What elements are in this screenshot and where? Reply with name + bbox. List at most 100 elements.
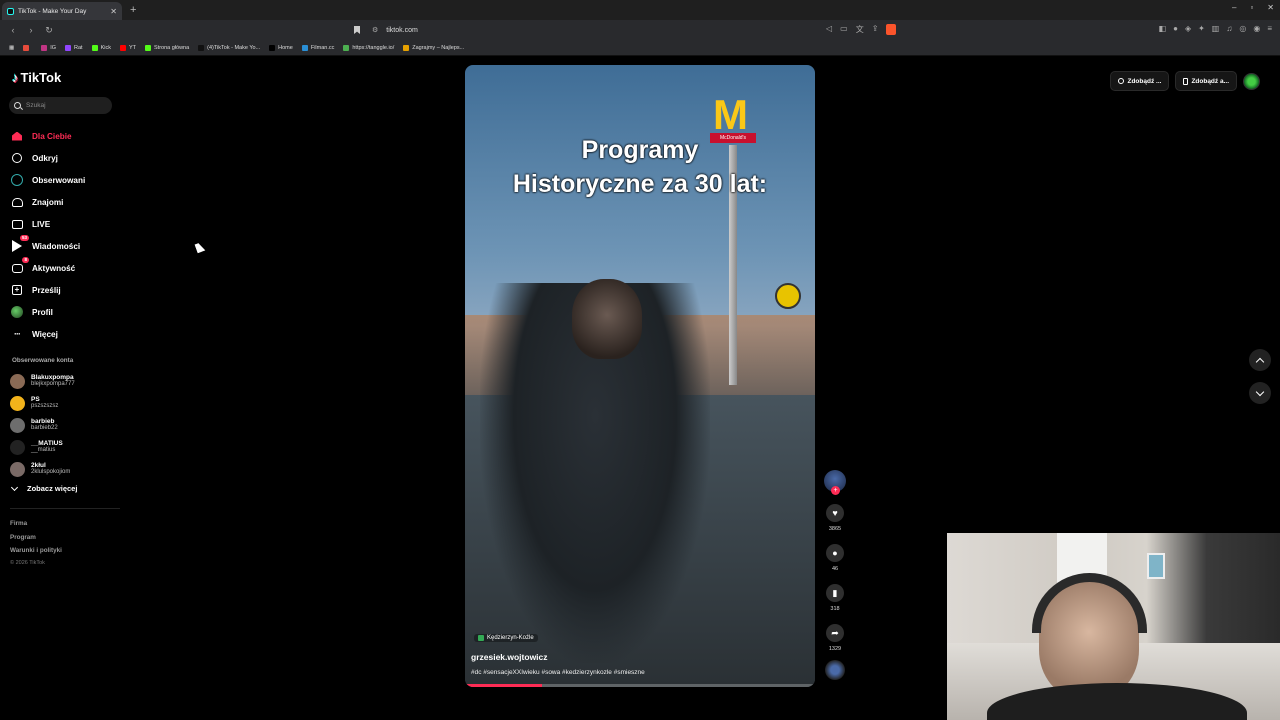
site-settings-icon[interactable]: ⚙ (372, 26, 378, 34)
account-username: __matius (31, 447, 56, 453)
reload-button[interactable]: ↻ (44, 25, 54, 36)
sidebar-icon-wrap (10, 305, 24, 319)
apps-icon[interactable]: ▦ (9, 45, 14, 51)
see-more-button[interactable]: Zobacz więcej (10, 483, 78, 493)
bookmark-item[interactable]: Strona główna (145, 44, 190, 51)
footer-link-terms[interactable]: Warunki i polityki (10, 544, 62, 558)
bookmark-label: Zagrajmy – Najleps... (412, 44, 465, 51)
minimize-button[interactable]: – (1232, 3, 1236, 12)
followed-account-item[interactable]: Blakuxpompa blejkxpompa777 (10, 370, 75, 392)
extensions-icon[interactable]: ✦ (1198, 24, 1205, 33)
bookmark-item[interactable]: Filman.cc (301, 44, 335, 51)
author-avatar[interactable]: + (824, 470, 846, 495)
mcdonalds-logo-icon: M (713, 91, 748, 138)
account-username: blejkxpompa777 (31, 381, 75, 387)
bookmark-label: Strona główna (154, 44, 190, 51)
tiktok-logo[interactable]: ♪ TikTok (12, 70, 61, 85)
save-count: 318 (830, 606, 840, 612)
bookmark-label: Kick (100, 44, 111, 51)
forward-button[interactable]: › (26, 25, 36, 35)
video-progress-bar[interactable] (465, 684, 815, 687)
tiktok-favicon-icon (7, 7, 14, 15)
account-text: Blakuxpompa blejkxpompa777 (31, 374, 75, 388)
browser-tab[interactable]: TikTok - Make Your Day ✕ (2, 2, 122, 20)
next-video-button[interactable] (1249, 382, 1271, 404)
extension-icon[interactable]: ◧ (1159, 24, 1167, 33)
sidebar-icon-wrap: 53 (10, 235, 29, 253)
mute-icon[interactable]: ◁ (826, 24, 832, 35)
sidebar-item-activity[interactable]: 8 Aktywność (10, 257, 120, 279)
sidebar-item-home[interactable]: Dla Ciebie (10, 125, 120, 147)
footer-link-program[interactable]: Program (10, 531, 62, 545)
sidebar-item-profile[interactable]: Profil (10, 301, 120, 323)
bookmark-icon[interactable] (354, 26, 360, 34)
close-window-button[interactable]: ✕ (1267, 3, 1274, 12)
share-button[interactable]: ➦ (826, 624, 844, 642)
bookmark-item[interactable]: IG (41, 44, 56, 51)
close-tab-icon[interactable]: ✕ (110, 7, 117, 16)
save-button[interactable]: ▮ (826, 584, 844, 602)
video-player[interactable]: M McDonald's Programy Historyczne za 30 … (465, 65, 815, 687)
see-more-label: Zobacz więcej (27, 484, 78, 493)
follow-plus-icon[interactable]: + (831, 486, 840, 495)
followed-account-item[interactable]: 2kłul 2klulspokojiom (10, 458, 75, 480)
cast-icon[interactable]: ▭ (840, 24, 848, 35)
sidebar-item-label: Prześlij (32, 285, 61, 295)
sidebar-item-messages[interactable]: 53 Wiadomości (10, 235, 120, 257)
followed-account-item[interactable]: barbieb barbieb22 (10, 414, 75, 436)
location-tag[interactable]: Kędzierzyn-Koźle (474, 634, 538, 642)
video-hashtags[interactable]: #dc #sensacjeXXIwieku #sowa #kedzierzynk… (471, 669, 645, 676)
sidebar-icon-wrap (10, 173, 24, 187)
vpn-icon[interactable]: ◎ (1239, 24, 1246, 33)
bookmark-item[interactable]: (4)TikTok - Make Yo... (198, 44, 260, 51)
music-disc-icon[interactable] (825, 660, 845, 680)
bookmark-item[interactable]: Zagrajmy – Najleps... (403, 44, 465, 51)
maximize-button[interactable]: ▫ (1250, 3, 1253, 12)
sidebar-item-label: Odkryj (32, 153, 58, 163)
like-button[interactable]: ♥ (826, 504, 844, 522)
user-avatar[interactable] (1243, 72, 1260, 90)
bookmark-item[interactable]: Home (269, 44, 293, 51)
bookmark-item[interactable]: Rat (65, 44, 83, 51)
sidebar-icon-wrap: ··· (10, 327, 24, 341)
bookmark-item[interactable]: YT (119, 44, 136, 51)
account-text: 2kłul 2klulspokojiom (31, 462, 70, 476)
sidebar-item-more[interactable]: ··· Więcej (10, 323, 120, 345)
bookmark-item[interactable] (23, 44, 32, 51)
sidebar-item-live[interactable]: LIVE (10, 213, 120, 235)
sidebar-item-upload[interactable]: + Prześlij (10, 279, 120, 301)
sidebar-icon[interactable]: ▥ (1212, 24, 1220, 33)
sidebar-nav: Dla Ciebie Odkryj Obserwowani Znajomi LIVE 53… (10, 125, 120, 345)
get-coins-button[interactable]: Zdobądź ... (1110, 71, 1170, 91)
bookmark-favicon-icon (91, 44, 98, 51)
wallet-icon[interactable]: ◈ (1185, 24, 1191, 33)
like-count: 3865 (828, 526, 842, 532)
bookmark-item[interactable]: Kick (91, 44, 111, 51)
followed-account-item[interactable]: __MATIUS __matius (10, 436, 75, 458)
sidebar-item-following[interactable]: Obserwowani (10, 169, 120, 191)
sidebar-item-label: Wiadomości (32, 241, 81, 251)
media-icon[interactable]: ♫ (1226, 24, 1232, 33)
account-name: barbieb (31, 418, 55, 425)
sidebar-item-friends[interactable]: Znajomi (10, 191, 120, 213)
previous-video-button[interactable] (1249, 349, 1271, 371)
brave-shields-icon[interactable] (886, 24, 897, 35)
get-app-button[interactable]: Zdobądź a... (1175, 71, 1237, 91)
bookmark-item[interactable]: https://tanggle.io/ (343, 44, 394, 51)
video-author[interactable]: grzesiek.wojtowicz (471, 652, 548, 662)
profile-icon[interactable]: ◉ (1253, 24, 1260, 33)
comment-button[interactable]: ● (826, 544, 844, 562)
translate-icon[interactable]: 文 (856, 24, 864, 35)
record-icon[interactable]: ● (1173, 24, 1178, 33)
browser-tab-bar: TikTok - Make Your Day ✕ + – ▫ ✕ (0, 0, 1280, 20)
sidebar-item-compass[interactable]: Odkryj (10, 147, 120, 169)
followed-account-item[interactable]: PS pszszszsz (10, 392, 75, 414)
back-button[interactable]: ‹ (8, 25, 18, 35)
search-input[interactable]: Szukaj (9, 97, 112, 114)
footer-link-company[interactable]: Firma (10, 517, 62, 531)
share-icon[interactable]: ⇪ (872, 24, 879, 35)
bookmark-label: Filman.cc (310, 44, 335, 51)
new-tab-button[interactable]: + (130, 4, 136, 16)
tab-title: TikTok - Make Your Day (18, 7, 87, 15)
menu-icon[interactable]: ≡ (1267, 24, 1272, 33)
